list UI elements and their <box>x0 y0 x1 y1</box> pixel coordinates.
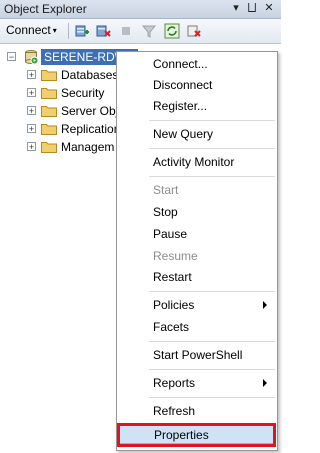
menu-item-label: Reports <box>153 376 196 390</box>
menu-item-label: Pause <box>153 227 188 241</box>
menu-item-register[interactable]: Register... <box>119 96 275 116</box>
menu-separator <box>149 148 275 149</box>
expand-icon[interactable]: + <box>27 142 36 152</box>
menu-item-connect[interactable]: Connect... <box>119 54 275 74</box>
menu-item-label: Disconnect <box>153 78 213 92</box>
folder-icon <box>41 142 57 153</box>
object-explorer-toolbar: Connect ▾ <box>0 19 281 44</box>
stop-icon[interactable] <box>118 23 134 39</box>
expand-icon[interactable]: + <box>27 106 36 116</box>
delete-icon[interactable] <box>186 23 202 39</box>
tree-node-security[interactable]: + Security <box>0 84 116 102</box>
expand-icon[interactable]: + <box>27 88 36 98</box>
menu-item-activity-monitor[interactable]: Activity Monitor <box>119 152 275 172</box>
tree-node-server-objects[interactable]: + Server Obj <box>0 102 118 120</box>
tree-node-replication[interactable]: + Replication <box>0 120 120 138</box>
menu-item-label: Register... <box>153 99 208 113</box>
menu-item-stop[interactable]: Stop <box>119 202 275 222</box>
register-server-icon[interactable] <box>74 23 90 39</box>
menu-item-label: Activity Monitor <box>153 155 235 169</box>
folder-icon <box>41 124 57 135</box>
menu-separator <box>149 291 275 292</box>
submenu-arrow-icon <box>263 301 267 309</box>
expand-icon[interactable]: + <box>27 70 36 80</box>
menu-item-label: Resume <box>153 249 198 263</box>
menu-item-refresh[interactable]: Refresh <box>119 401 275 421</box>
refresh-icon[interactable] <box>164 23 180 39</box>
menu-separator <box>149 397 275 398</box>
close-icon[interactable]: ✕ <box>262 1 276 16</box>
menu-item-label: Stop <box>153 205 178 219</box>
tree-node-management[interactable]: + Managem <box>0 138 116 156</box>
menu-separator <box>149 176 275 177</box>
dropdown-icon[interactable]: ▾ <box>229 1 243 16</box>
menu-item-start: Start <box>119 180 275 200</box>
folder-icon <box>41 106 57 117</box>
pin-icon[interactable]: ⨆ <box>245 1 259 16</box>
menu-separator <box>149 369 275 370</box>
menu-item-pause[interactable]: Pause <box>119 224 275 244</box>
server-context-menu: Connect... Disconnect Register... New Qu… <box>116 51 278 451</box>
tree-label-management[interactable]: Managem <box>61 140 114 154</box>
menu-item-label: Policies <box>153 298 195 312</box>
menu-item-resume: Resume <box>119 246 275 266</box>
menu-item-label: Start PowerShell <box>153 348 243 362</box>
menu-item-reports[interactable]: Reports <box>119 373 275 393</box>
chevron-down-icon: ▾ <box>52 26 57 35</box>
menu-item-label: New Query <box>153 127 214 141</box>
panel-title: Object Explorer <box>4 2 87 16</box>
menu-item-label: Restart <box>153 270 192 284</box>
submenu-arrow-icon <box>263 379 267 387</box>
menu-item-restart[interactable]: Restart <box>119 267 275 287</box>
menu-item-label: Connect... <box>153 57 208 71</box>
object-explorer-titlebar: Object Explorer ▾ ⨆ ✕ <box>0 0 281 19</box>
tree-node-databases[interactable]: + Databases <box>0 66 118 84</box>
menu-item-label: Facets <box>153 320 190 334</box>
folder-icon <box>41 70 57 81</box>
menu-item-new-query[interactable]: New Query <box>119 124 275 144</box>
folder-icon <box>41 88 57 99</box>
menu-item-label: Refresh <box>153 404 196 418</box>
tree-label-server-objects[interactable]: Server Obj <box>61 104 118 118</box>
menu-item-start-powershell[interactable]: Start PowerShell <box>119 345 275 365</box>
server-icon <box>25 50 39 65</box>
tree-label-replication[interactable]: Replication <box>61 122 120 136</box>
properties-highlight-box <box>117 423 276 447</box>
collapse-icon[interactable]: − <box>7 52 16 62</box>
filter-icon[interactable] <box>141 23 157 39</box>
menu-separator <box>149 341 275 342</box>
connect-label: Connect <box>6 23 51 37</box>
menu-item-disconnect[interactable]: Disconnect <box>119 75 275 95</box>
tree-label-security[interactable]: Security <box>61 86 104 100</box>
connect-button[interactable]: Connect ▾ <box>6 23 57 37</box>
expand-icon[interactable]: + <box>27 124 36 134</box>
toolbar-separator <box>68 23 69 39</box>
menu-item-policies[interactable]: Policies <box>119 295 275 315</box>
menu-separator <box>149 120 275 121</box>
tree-label-databases[interactable]: Databases <box>61 68 118 82</box>
menu-item-facets[interactable]: Facets <box>119 317 275 337</box>
menu-item-label: Start <box>153 183 179 197</box>
disconnect-server-icon[interactable] <box>95 23 111 39</box>
